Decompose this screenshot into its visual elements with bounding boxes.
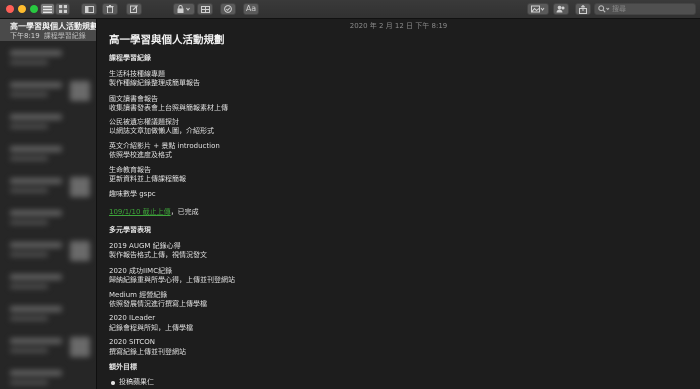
table-icon: [200, 5, 210, 13]
toolbar: Aa: [0, 0, 700, 19]
zoom-window-button[interactable]: [30, 5, 38, 13]
note-line: 收集讀書發表會上台照與簡報素材上傳: [109, 104, 228, 112]
section-heading: 課程學習紀錄: [109, 54, 151, 62]
note-list-item-preview: 課程學習紀錄: [43, 32, 86, 40]
note-line: 撰寫紀錄上傳並刊登網站: [109, 348, 186, 356]
bullet-icon: [111, 381, 115, 385]
search-field[interactable]: [594, 3, 696, 15]
note-line-status: 109/1/10 截止上傳，已完成: [109, 207, 199, 217]
note-list-item[interactable]: [6, 303, 92, 329]
note-line: 歸納紀錄重與所學心得，上傳並刊登網站: [109, 276, 235, 284]
note-line: 趣味數學 gspc: [109, 190, 156, 198]
note-list-item[interactable]: [6, 47, 92, 73]
note-title: 高一學習與個人活動規劃: [109, 34, 225, 46]
status-text: ，已完成: [170, 208, 199, 216]
photo-icon: [531, 5, 545, 13]
checklist-icon: [224, 5, 232, 13]
search-icon: [598, 5, 610, 13]
note-list-item[interactable]: [6, 271, 92, 297]
note-line: 以網誌文章加做懶人圖，介紹形式: [109, 127, 214, 135]
note-line: 2020 ILeader: [109, 314, 156, 322]
list-view-icon: [43, 5, 52, 13]
note-editor[interactable]: 2020 年 2 月 12 日 下午 8:19 高一學習與個人活動規劃 課程學習…: [97, 19, 700, 389]
delete-note-button[interactable]: [102, 3, 118, 15]
format-label: Aa: [245, 4, 257, 13]
note-line: 製作種線紀錄整理成簡單報告: [109, 79, 200, 87]
gallery-view-icon: [58, 5, 67, 13]
deadline-link[interactable]: 109/1/10 截止上傳: [109, 208, 171, 216]
toggle-sidebar-button[interactable]: [81, 3, 97, 15]
note-list-item[interactable]: [6, 143, 92, 169]
note-line: 2020 SITCON: [109, 338, 156, 346]
note-list-item[interactable]: [6, 207, 92, 233]
note-line: 依照學校進度及格式: [109, 151, 172, 159]
note-list-item[interactable]: [6, 335, 92, 361]
note-line: 依照發展情況進行撰寫上傳學檔: [109, 300, 207, 308]
format-button[interactable]: Aa: [243, 3, 259, 15]
attachments-button[interactable]: [527, 3, 549, 15]
note-list-item[interactable]: [6, 175, 92, 201]
trash-icon: [106, 5, 114, 13]
lock-icon: [177, 5, 190, 13]
note-list-item[interactable]: [6, 367, 92, 389]
note-list-item-selected[interactable]: 高一學習與個人活動規劃 下午8:19 課程學習紀錄: [0, 19, 96, 41]
minimize-window-button[interactable]: [18, 5, 26, 13]
note-list-item-time: 下午8:19: [10, 32, 40, 40]
share-icon: [579, 4, 587, 14]
section-heading: 額外目標: [109, 363, 137, 371]
list-view-button[interactable]: [40, 3, 55, 15]
note-list-item[interactable]: [6, 111, 92, 137]
note-list-item-meta: 下午8:19 課程學習紀錄: [10, 31, 86, 41]
note-list-item[interactable]: [6, 239, 92, 265]
add-people-icon: [556, 5, 565, 13]
note-date: 2020 年 2 月 12 日 下午 8:19: [349, 22, 448, 30]
sidebar-icon: [84, 5, 94, 13]
note-list-item[interactable]: [6, 79, 92, 105]
checklist-button[interactable]: [220, 3, 236, 15]
note-line: 紀錄會程與所知，上傳學檔: [109, 324, 193, 332]
note-line: 製作報告格式上傳，視情況發文: [109, 251, 207, 259]
note-line: 更新資料並上傳課程簡報: [109, 175, 186, 183]
gallery-view-button[interactable]: [55, 3, 70, 15]
compose-icon: [130, 5, 138, 13]
table-button[interactable]: [197, 3, 213, 15]
note-list: 高一學習與個人活動規劃 下午8:19 課程學習紀錄: [0, 19, 97, 389]
section-heading: 多元學習表現: [109, 226, 151, 234]
bullet-item: 投稿蘋果仁: [119, 378, 154, 386]
search-input[interactable]: [610, 4, 694, 14]
share-button[interactable]: [575, 3, 591, 15]
close-window-button[interactable]: [6, 5, 14, 13]
new-note-button[interactable]: [126, 3, 142, 15]
lock-note-button[interactable]: [173, 3, 195, 15]
view-mode-segment: [40, 3, 70, 15]
add-people-button[interactable]: [553, 3, 569, 15]
